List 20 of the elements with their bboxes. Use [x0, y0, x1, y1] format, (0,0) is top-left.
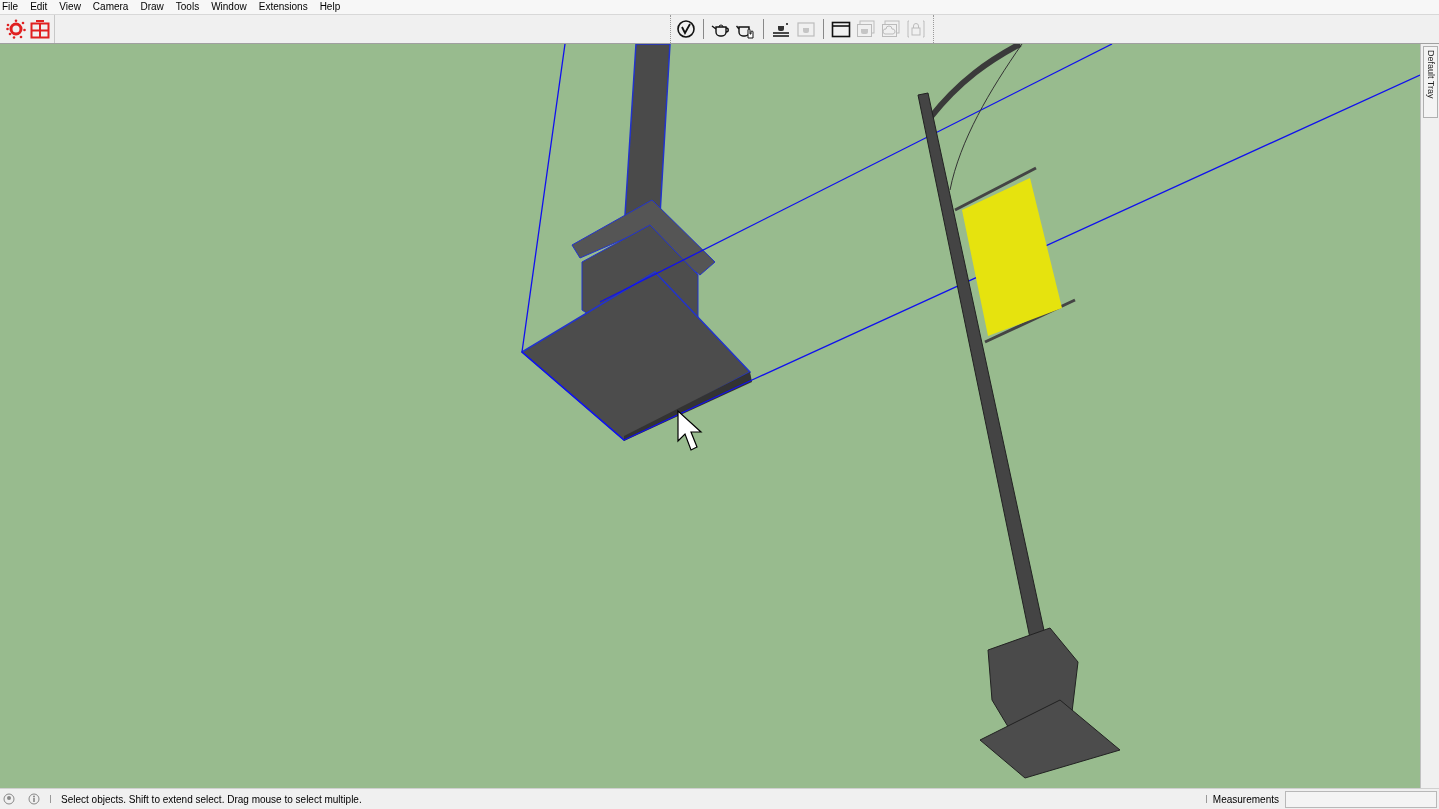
menu-item[interactable]: View: [59, 0, 81, 14]
menu-item[interactable]: Tools: [175, 0, 200, 14]
table-icon[interactable]: [29, 18, 51, 40]
menu-item[interactable]: Extensions: [258, 0, 308, 14]
circle-check-icon[interactable]: [675, 18, 697, 40]
menu-item[interactable]: Help: [319, 0, 341, 14]
menu-item[interactable]: File: [2, 0, 19, 14]
menu-item[interactable]: Camera: [92, 0, 129, 14]
geo-location-icon[interactable]: [3, 793, 15, 805]
menu-item[interactable]: Edit: [30, 0, 48, 14]
menu-item[interactable]: Window: [211, 0, 247, 14]
menu-item[interactable]: Draw: [140, 0, 164, 14]
info-icon[interactable]: [28, 793, 40, 805]
default-tray-tab[interactable]: Default Tray: [1422, 46, 1438, 118]
burst-icon[interactable]: [5, 18, 27, 40]
viewport[interactable]: [0, 44, 1420, 788]
status-message: Select objects. Shift to extend select. Drag mouse to select multiple.: [61, 792, 362, 807]
cursor-icon: [677, 409, 703, 451]
measurements-label: Measurements: [1212, 792, 1279, 807]
measurements-field[interactable]: [1285, 790, 1437, 808]
